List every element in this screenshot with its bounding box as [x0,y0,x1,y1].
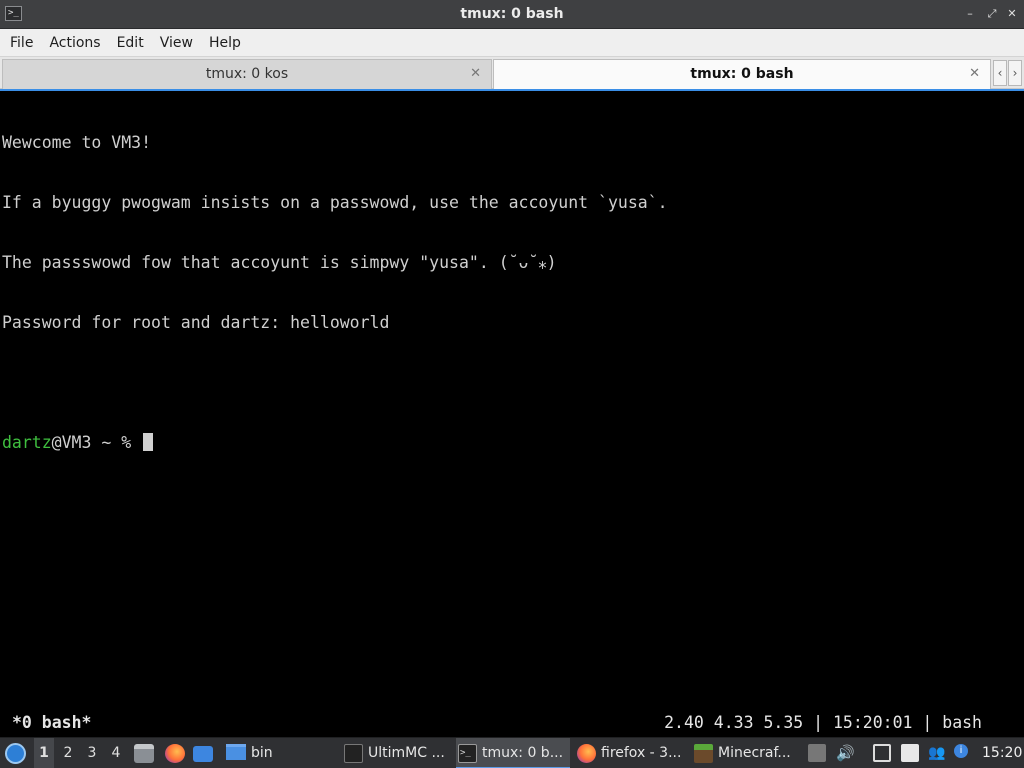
task-label: tmux: 0 b... [482,745,564,761]
file-manager-icon[interactable] [134,744,154,763]
ultimmc-icon [344,744,363,763]
menu-edit[interactable]: Edit [109,29,152,57]
minecraft-icon [694,744,713,763]
terminal-line: Password for root and dartz: helloworld [2,313,390,332]
shell-prompt[interactable]: dartz@VM3 ~ % [2,433,668,453]
bin-folder-launcher[interactable]: bin [226,738,273,768]
close-window-button[interactable]: ✕ [1004,6,1020,22]
tab-scroll-left-button[interactable]: ‹ [993,60,1007,86]
maximize-button[interactable]: ⤢ [984,6,1000,22]
tab-label: tmux: 0 bash [690,66,794,82]
workspace-2[interactable]: 2 [58,738,78,768]
clock[interactable]: 15:20 [982,738,1022,768]
tab-bar: tmux: 0 kos ✕ tmux: 0 bash ✕ ‹ › [0,57,1024,89]
firefox-launcher-icon[interactable] [165,744,185,763]
tray-app-icon[interactable] [808,744,826,762]
workspace-1[interactable]: 1 [34,738,54,768]
terminal-icon: >_ [458,744,477,763]
folder-icon [226,744,246,760]
tab-close-icon[interactable]: ✕ [969,60,980,88]
window-title: tmux: 0 bash [460,6,564,22]
task-label: UltimMC ... [368,745,445,761]
task-ultimmc[interactable]: UltimMC ... [342,738,452,768]
tab-tmux-bash[interactable]: tmux: 0 bash ✕ [493,59,991,89]
menu-help[interactable]: Help [201,29,249,57]
tab-scroll-right-button[interactable]: › [1008,60,1022,86]
start-menu-icon[interactable] [5,743,26,764]
show-desktop-icon[interactable] [193,746,213,762]
minimize-button[interactable]: – [962,6,978,22]
task-label: Minecraf... [718,745,791,761]
terminal-line: The passswowd fow that accoyunt is simpw… [2,253,557,272]
menu-bar: File Actions Edit View Help [0,29,1024,57]
info-icon[interactable]: i [954,744,968,758]
text-cursor [143,433,154,451]
bin-folder-label: bin [251,745,273,761]
tmux-status-right: 2.40 4.33 5.35 | 15:20:01 | bash [664,713,982,732]
menu-view[interactable]: View [152,29,201,57]
taskbar: 1 2 3 4 bin UltimMC ... >_ tmux: 0 b... f… [0,737,1024,768]
task-label: firefox - 3... [601,745,682,761]
workspace-4[interactable]: 4 [106,738,126,768]
menu-file[interactable]: File [2,29,41,57]
clipboard-icon[interactable] [901,744,919,762]
window-titlebar: >_ tmux: 0 bash – ⤢ ✕ [0,0,1024,29]
tmux-status-bar: *0 bash* 2.40 4.33 5.35 | 15:20:01 | bas… [0,711,1024,735]
workspace-3[interactable]: 3 [82,738,102,768]
tmux-window-label[interactable]: *0 bash* [12,711,91,735]
network-icon[interactable] [873,744,891,762]
task-minecraft[interactable]: Minecraf... [692,738,796,768]
prompt-user: dartz [2,433,52,452]
prompt-host-path: @VM3 ~ % [51,433,142,452]
task-tmux-bash[interactable]: >_ tmux: 0 b... [456,738,570,768]
tab-close-icon[interactable]: ✕ [470,60,481,88]
terminal-line: Wewcome to VM3! [2,133,152,152]
terminal-view[interactable]: Wewcome to VM3! If a byuggy pwogwam insi… [0,89,1024,737]
tab-tmux-kos[interactable]: tmux: 0 kos ✕ [2,59,492,89]
task-firefox[interactable]: firefox - 3... [575,738,687,768]
firefox-icon [577,744,596,763]
volume-icon[interactable]: 🔊 [836,744,855,762]
menu-actions[interactable]: Actions [41,29,108,57]
terminal-output: Wewcome to VM3! If a byuggy pwogwam insi… [2,93,668,493]
users-icon[interactable]: 👥 [928,744,946,762]
terminal-line: If a byuggy pwogwam insists on a passwow… [2,193,668,212]
tab-label: tmux: 0 kos [205,66,289,82]
